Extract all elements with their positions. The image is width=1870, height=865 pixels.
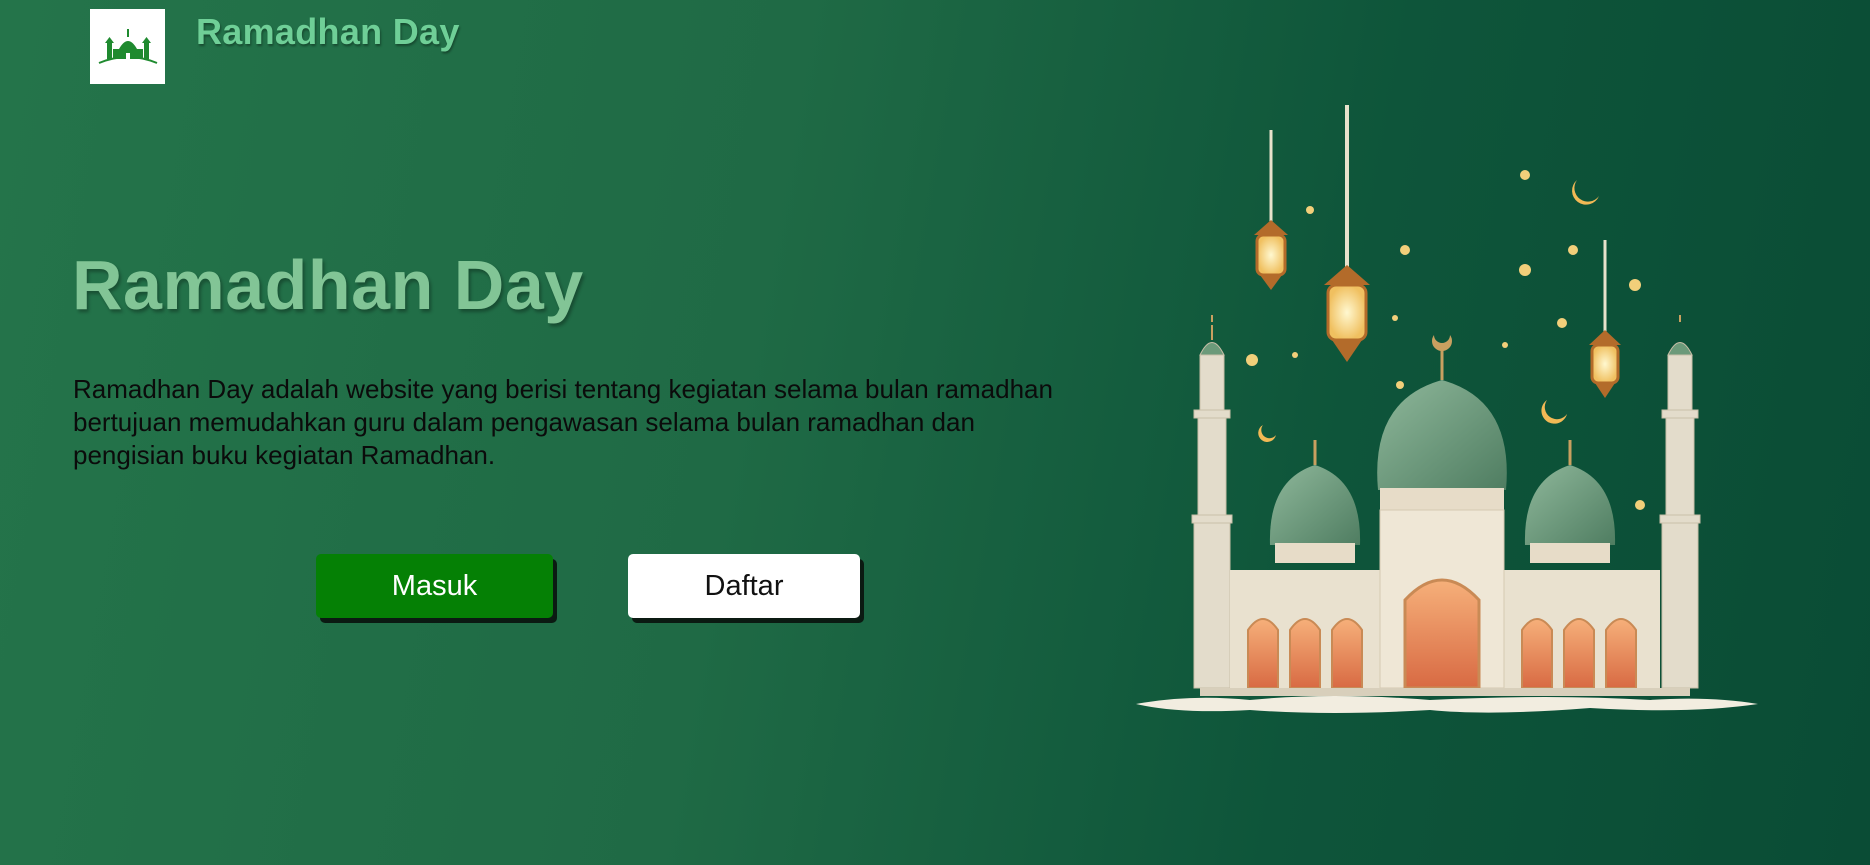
- crescent-moon-icon: [1572, 180, 1599, 205]
- crescent-moon-icon: [1258, 425, 1276, 442]
- minaret-left: [1191, 315, 1233, 689]
- mosque-base: [1136, 696, 1758, 713]
- dome-right: [1524, 440, 1616, 563]
- lantern-icon: [1589, 240, 1621, 398]
- lantern-icon: [1254, 130, 1288, 290]
- crescent-moon-icon: [1541, 400, 1567, 424]
- hero-title: Ramadhan Day: [72, 246, 584, 324]
- site-header: Ramadhan Day: [90, 9, 460, 85]
- hero-description: Ramadhan Day adalah website yang berisi …: [73, 374, 1053, 470]
- register-button[interactable]: Daftar: [628, 554, 860, 618]
- minaret-right: [1659, 315, 1701, 689]
- dome-left: [1269, 440, 1361, 563]
- dome-main: [1377, 335, 1507, 510]
- brand-title[interactable]: Ramadhan Day: [196, 11, 460, 53]
- lantern-icon: [1324, 105, 1370, 362]
- mosque-illustration: [1130, 100, 1760, 720]
- login-button[interactable]: Masuk: [316, 554, 553, 618]
- mosque-logo-icon[interactable]: [90, 9, 165, 84]
